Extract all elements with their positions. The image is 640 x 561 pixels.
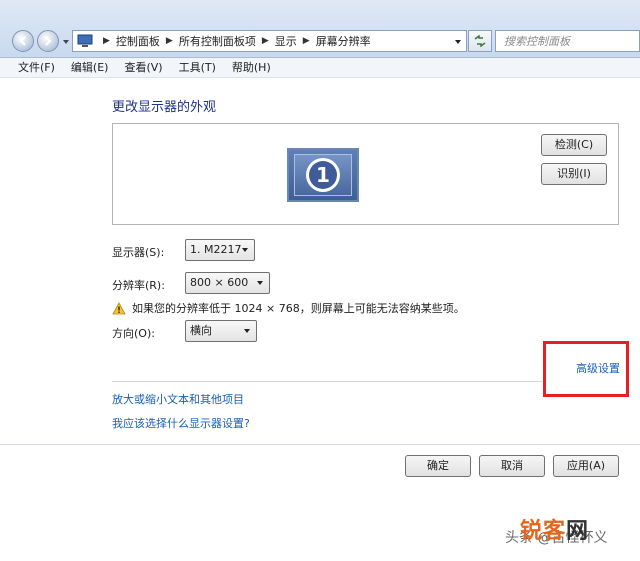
menu-help[interactable]: 帮助(H) bbox=[224, 58, 279, 78]
display-settings-help-link[interactable]: 我应该选择什么显示器设置? bbox=[112, 415, 250, 431]
search-input[interactable]: 搜索控制面板 bbox=[495, 30, 640, 52]
monitor-number: 1 bbox=[309, 161, 337, 189]
footer-divider bbox=[0, 444, 640, 445]
monitor-screen: 1 bbox=[294, 154, 352, 196]
divider bbox=[112, 381, 542, 382]
warning-icon bbox=[112, 301, 126, 314]
recent-pages-dropdown[interactable] bbox=[62, 38, 70, 46]
orientation-label: 方向(O): bbox=[112, 327, 155, 340]
menu-bar: 文件(F) 编辑(E) 查看(V) 工具(T) 帮助(H) bbox=[0, 58, 640, 78]
monitor-icon[interactable]: 1 bbox=[287, 148, 359, 202]
menu-view[interactable]: 查看(V) bbox=[116, 58, 170, 78]
display-select-value: 1. M2217 bbox=[190, 243, 242, 256]
menu-edit[interactable]: 编辑(E) bbox=[63, 58, 117, 78]
breadcrumb-item[interactable]: 所有控制面板项 bbox=[179, 33, 256, 49]
breadcrumb-separator: ▶ bbox=[103, 36, 110, 46]
breadcrumb-separator: ▶ bbox=[302, 36, 310, 46]
logo-text: 网 bbox=[566, 519, 590, 544]
resolution-label: 分辨率(R): bbox=[112, 279, 165, 292]
cancel-button[interactable]: 取消 bbox=[479, 455, 545, 477]
ok-button[interactable]: 确定 bbox=[405, 455, 471, 477]
resolution-select[interactable]: 800 × 600 bbox=[185, 272, 270, 294]
detect-button[interactable]: 检测(C) bbox=[541, 134, 607, 156]
back-button[interactable] bbox=[12, 30, 34, 52]
breadcrumb-separator: ▶ bbox=[165, 36, 173, 46]
address-bar[interactable]: ▶ 控制面板 ▶ 所有控制面板项 ▶ 显示 ▶ 屏幕分辨率 bbox=[72, 30, 467, 52]
display-label: 显示器(S): bbox=[112, 246, 165, 259]
orientation-select[interactable]: 横向 bbox=[185, 320, 257, 342]
display-select[interactable]: 1. M2217 bbox=[185, 239, 255, 261]
breadcrumb-item[interactable]: 显示 bbox=[275, 33, 297, 49]
menu-tools[interactable]: 工具(T) bbox=[171, 58, 224, 78]
window-chrome: ▶ 控制面板 ▶ 所有控制面板项 ▶ 显示 ▶ 屏幕分辨率 搜索控制面板 bbox=[0, 0, 640, 58]
breadcrumb-item[interactable]: 控制面板 bbox=[116, 33, 160, 49]
chevron-down-icon bbox=[244, 329, 250, 333]
breadcrumb-separator: ▶ bbox=[261, 36, 269, 46]
site-logo-watermark: 锐客网 bbox=[520, 513, 589, 545]
refresh-icon bbox=[474, 35, 486, 47]
chevron-down-icon bbox=[242, 248, 248, 252]
page-title: 更改显示器的外观 bbox=[112, 100, 217, 115]
back-arrow-icon bbox=[19, 36, 26, 46]
annotation-highlight bbox=[543, 341, 629, 397]
enlarge-text-link[interactable]: 放大或缩小文本和其他项目 bbox=[112, 391, 244, 407]
warning-text: 如果您的分辨率低于 1024 × 768，则屏幕上可能无法容纳某些项。 bbox=[132, 302, 465, 315]
control-panel-icon bbox=[77, 34, 93, 47]
refresh-button[interactable] bbox=[468, 30, 492, 52]
logo-text: 锐客 bbox=[520, 519, 567, 544]
resolution-warning: 如果您的分辨率低于 1024 × 768，则屏幕上可能无法容纳某些项。 bbox=[112, 300, 465, 316]
monitor-number-badge: 1 bbox=[306, 158, 340, 192]
chevron-down-icon bbox=[257, 281, 263, 285]
resolution-select-value: 800 × 600 bbox=[190, 276, 249, 289]
chevron-down-icon[interactable] bbox=[454, 38, 462, 46]
menu-file[interactable]: 文件(F) bbox=[0, 58, 63, 78]
identify-button[interactable]: 识别(I) bbox=[541, 163, 607, 185]
orientation-select-value: 横向 bbox=[190, 324, 212, 337]
apply-button[interactable]: 应用(A) bbox=[553, 455, 619, 477]
forward-arrow-icon bbox=[45, 36, 52, 46]
forward-button[interactable] bbox=[37, 30, 59, 52]
breadcrumb-item[interactable]: 屏幕分辨率 bbox=[316, 33, 371, 49]
